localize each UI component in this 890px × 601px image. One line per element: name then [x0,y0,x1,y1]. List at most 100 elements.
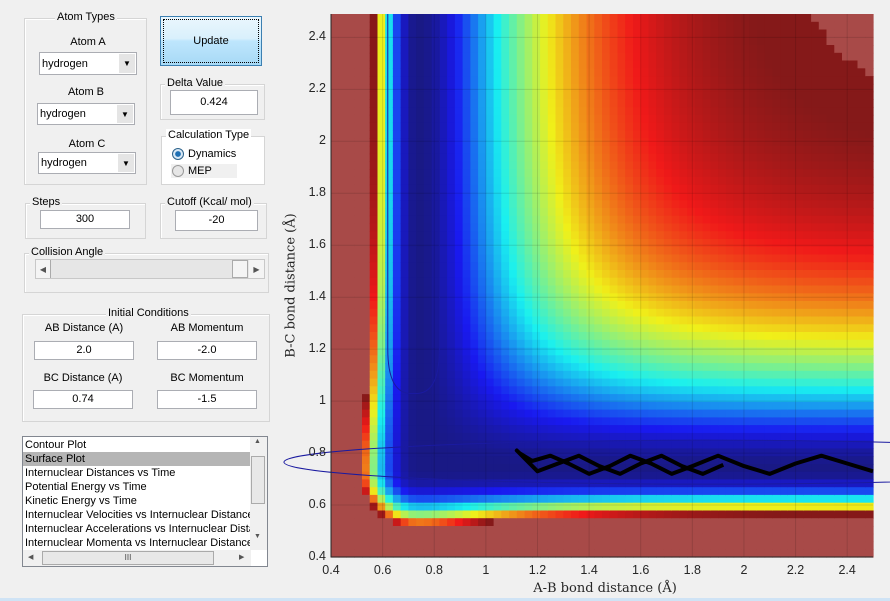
surface-cell [865,239,874,248]
surface-cell [710,138,719,147]
surface-cell [462,138,471,147]
surface-cell [772,45,781,54]
surface-cell [741,533,750,543]
surface-cell [648,308,657,318]
surface-cell [439,479,448,488]
surface-cell [733,518,742,527]
surface-cell [571,223,580,232]
surface-cell [493,409,502,418]
surface-cell [338,29,347,38]
surface-cell [625,14,634,23]
surface-cell [811,526,820,535]
surface-cell [826,21,835,31]
surface-cell [656,91,665,100]
surface-cell [354,83,363,93]
surface-cell [710,417,719,426]
surface-cell [555,161,564,170]
surface-cell [470,60,479,69]
surface-cell [493,130,502,139]
surface-cell [656,246,665,256]
surface-cell [331,324,340,333]
surface-cell [470,308,479,318]
surface-cell [671,130,680,139]
surface-cell [648,91,657,100]
surface-cell [516,14,526,23]
surface-cell [694,409,704,418]
surface-cell [540,223,549,232]
surface-cell [733,401,742,411]
surface-cell [555,83,564,93]
surface-cell [694,223,704,232]
surface-cell [485,37,495,46]
surface-cell [563,45,572,54]
surface-cell [640,471,649,481]
surface-cell [338,417,347,426]
surface-cell [733,107,742,116]
potential-energy-surface-plot[interactable] [0,0,890,601]
surface-cell [571,494,580,504]
surface-cell [710,68,719,77]
surface-cell [462,432,471,442]
surface-cell [702,401,711,411]
surface-cell [842,184,851,194]
surface-cell [625,409,634,418]
surface-cell [687,332,696,341]
surface-cell [493,533,502,543]
surface-cell [385,339,394,349]
surface-cell [656,471,665,481]
surface-cell [749,91,758,100]
surface-cell [617,526,626,535]
surface-cell [725,29,735,38]
surface-cell [524,37,533,46]
surface-cell [818,332,828,341]
surface-cell [764,107,773,116]
surface-cell [602,417,611,426]
surface-cell [439,425,448,434]
surface-cell [803,246,812,256]
surface-cell [849,471,859,481]
surface-cell [803,122,812,131]
surface-cell [780,239,789,248]
surface-cell [485,526,495,535]
surface-cell [633,122,642,131]
surface-cell [617,145,626,155]
surface-cell [454,463,464,473]
surface-cell [594,533,603,543]
surface-cell [470,285,479,294]
surface-cell [540,401,549,411]
surface-cell [656,169,665,178]
surface-cell [346,153,355,162]
surface-cell [354,518,363,527]
surface-cell [408,114,417,124]
surface-cell [710,332,719,341]
surface-cell [756,200,766,209]
surface-cell [826,339,835,349]
surface-cell [547,417,557,426]
surface-cell [462,409,471,418]
surface-cell [849,37,859,46]
surface-cell [547,145,557,155]
surface-cell [679,332,688,341]
surface-cell [671,355,680,364]
surface-cell [423,479,433,488]
surface-cell [826,68,835,77]
surface-cell [338,456,347,465]
surface-cell [772,138,781,147]
surface-cell [547,114,557,124]
surface-cell [725,246,735,256]
surface-cell [826,99,835,108]
surface-cell [617,262,626,271]
surface-cell [555,52,564,62]
surface-cell [478,200,487,209]
surface-cell [524,200,533,209]
surface-cell [447,479,456,488]
surface-cell [842,270,851,279]
surface-cell [772,494,781,504]
surface-cell [377,68,386,77]
surface-cell [454,494,464,504]
surface-cell [509,363,518,372]
surface-cell [586,37,595,46]
surface-cell [408,370,417,380]
surface-cell [764,332,773,341]
surface-cell [671,231,680,240]
